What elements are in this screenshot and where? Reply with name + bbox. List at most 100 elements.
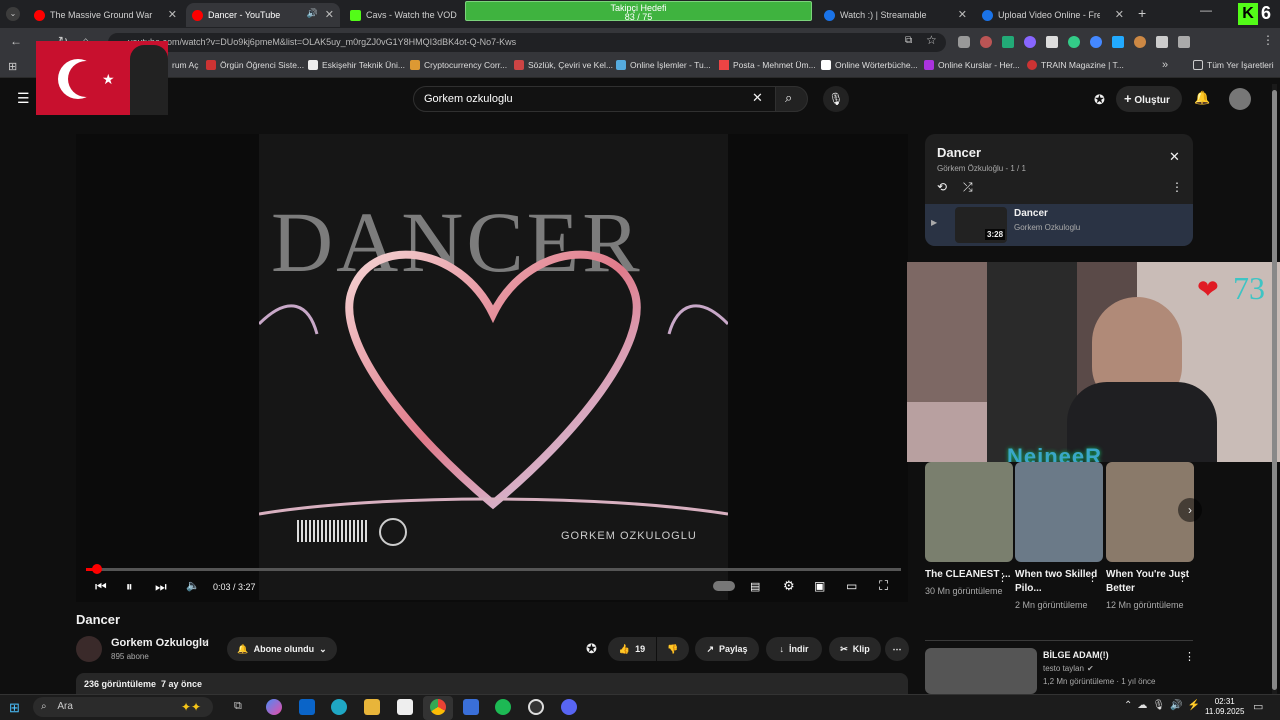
bookmark-item[interactable]: Online Wörterbüche... [821,60,918,70]
description-box[interactable]: 236 görüntüleme 7 ay önce [76,673,908,694]
all-bookmarks-folder[interactable]: Tüm Yer İşaretleri [1193,60,1274,70]
outlook-icon[interactable] [299,699,315,715]
mic-button[interactable]: 🎙 [823,86,849,112]
copilot-icon[interactable] [266,699,282,715]
edge-icon[interactable] [331,699,347,715]
minimize-icon[interactable]: — [1200,3,1212,17]
more-dots-icon[interactable]: ⋮ [1177,571,1188,584]
subtitles-icon[interactable]: ▤ [750,580,760,593]
more-dots-icon[interactable]: ⋮ [1184,650,1195,663]
file-explorer-icon[interactable] [364,699,380,715]
bookmark-item[interactable]: rum Aç [172,60,198,70]
volume-icon[interactable]: 🔈 [186,579,200,592]
sparkle-icon[interactable]: ✪ [586,641,597,657]
search-button[interactable]: ⌕ [775,86,808,112]
extension-puzzle-icon[interactable]: ✪ [1094,92,1105,108]
obs-icon[interactable] [528,699,544,715]
settings-gear-icon[interactable]: ⚙ [783,578,795,594]
hamburger-menu-icon[interactable]: ☰ [17,90,30,107]
more-actions-button[interactable]: ⋯ [885,637,909,661]
close-icon[interactable]: ✕ [168,8,177,21]
discord-icon[interactable] [561,699,577,715]
carousel-next-button[interactable]: › [1178,498,1202,522]
bookmark-item[interactable]: Örgün Öğrenci Siste... [206,60,304,70]
create-button[interactable]: + Oluştur [1116,86,1182,112]
notifications-icon[interactable]: ▭ [1253,700,1263,713]
puzzle-icon[interactable] [1178,36,1190,48]
close-icon[interactable]: ✕ [1169,149,1180,165]
system-tray[interactable]: ⌃☁🎙🔊⚡ [1124,700,1205,711]
fullscreen-icon[interactable]: ⛶ [879,578,888,594]
extension-icon[interactable] [1002,36,1014,48]
channel-name[interactable]: Gorkem Ozkuloglu [111,637,209,649]
dislike-button[interactable]: 👎 [657,637,689,661]
bookmark-item[interactable]: Online İşlemler - Tu... [616,60,711,70]
store-icon[interactable] [397,699,413,715]
autoplay-toggle[interactable] [713,581,735,591]
subscribed-button[interactable]: 🔔 Abone olundu ⌄ [227,637,337,661]
extension-icon[interactable] [1090,36,1102,48]
download-button[interactable]: ↓ İndir [766,637,822,661]
close-icon[interactable]: ✕ [958,8,967,21]
rec-video-3[interactable]: When You're Just Better 12 Mn görüntüleme [1106,462,1194,612]
tab-cavs[interactable]: Cavs - Watch the VOD on Ki [344,3,464,27]
new-tab-icon[interactable]: + [1138,5,1146,21]
miniplayer-icon[interactable]: ▣ [814,579,825,593]
back-icon[interactable]: ← [10,34,22,48]
shuffle-icon[interactable]: ⤮ [963,180,973,195]
tab-streamable[interactable]: Watch :) | Streamable ✕ [818,3,973,27]
chrome-icon[interactable] [430,699,446,715]
bookmark-item[interactable]: TRAIN Magazine | T... [1027,60,1124,70]
bookmark-item[interactable]: Sözlük, Çeviri ve Kel... [514,60,613,70]
clear-search-icon[interactable]: ✕ [752,90,763,106]
more-dots-icon[interactable]: ⋮ [997,571,1008,584]
extension-icon[interactable] [1024,36,1036,48]
channel-avatar[interactable] [76,636,102,662]
taskbar-search[interactable]: ⌕ Ara ✦✦ [33,697,213,717]
tab-ground-war[interactable]: The Massive Ground War in Am✕ [28,3,183,27]
spotify-icon[interactable] [495,699,511,715]
scrollbar[interactable] [1272,84,1277,694]
install-icon[interactable]: ⧉ [905,35,912,46]
like-button[interactable]: 👍 19 [608,637,656,661]
extension-icon[interactable] [1156,36,1168,48]
tab-list-icon[interactable]: ⌄ [6,7,20,21]
bookmark-item[interactable]: Posta - Mehmet Üm... [719,60,816,70]
progress-bar[interactable] [86,564,901,574]
extension-icon[interactable] [1046,36,1058,48]
extension-icon[interactable] [980,36,992,48]
notifications-bell-icon[interactable]: 🔔 [1194,90,1210,106]
url-input[interactable]: youtube.com/watch?v=DUo9kj6pmeM&list=OLA… [108,33,946,52]
apps-icon[interactable]: ⊞ [8,60,17,73]
share-button[interactable]: ↗ Paylaş [695,637,759,661]
tab-dancer[interactable]: Dancer - YouTube 🔊 ✕ [186,3,340,27]
clock[interactable]: 02:31 11.09.2025 [1205,697,1244,717]
clip-button[interactable]: ✂ Klip [829,637,881,661]
extension-icon[interactable] [1134,36,1146,48]
tab-upload-video[interactable]: Upload Video Online - Free Vi✕ [976,3,1130,27]
close-icon[interactable]: ✕ [325,8,334,21]
extension-icon[interactable] [1068,36,1080,48]
search-input[interactable]: Gorkem ozkuloglu [413,86,776,112]
bookmark-item[interactable]: Eskişehir Teknik Üni... [308,60,405,70]
speaker-icon[interactable]: 🔊 [307,8,318,19]
menu-dots-icon[interactable]: ⋮ [1262,33,1274,47]
bookmark-item[interactable]: Cryptocurrency Corr... [410,60,507,70]
bookmark-star-icon[interactable]: ☆ [926,33,937,47]
pause-icon[interactable]: ⏸ [126,579,133,595]
shield-icon[interactable] [958,36,970,48]
app-icon[interactable] [463,699,479,715]
more-dots-icon[interactable]: ⋮ [1087,571,1098,584]
loop-icon[interactable]: ⟲ [937,180,947,194]
bookmark-item[interactable]: Online Kurslar - Her... [924,60,1020,70]
close-icon[interactable]: ✕ [1115,8,1124,21]
avatar[interactable] [1229,88,1251,110]
extension-icon[interactable] [1112,36,1124,48]
bookmarks-overflow-icon[interactable]: » [1162,59,1168,71]
more-dots-icon[interactable]: ⋮ [1171,180,1183,194]
rec-list-item[interactable]: BİLGE ADAM(!) testo taylan ✔ 1,2 Mn görü… [925,648,1195,694]
next-icon[interactable]: ⏭ [155,579,167,595]
playlist-item[interactable]: ▶ 3:28 Dancer Gorkem Ozkuloglu [925,204,1193,246]
previous-icon[interactable]: ⏮ [95,579,107,595]
rec-video-2[interactable]: When two Skilled Pilo... 2 Mn görüntüleme [1015,462,1103,612]
